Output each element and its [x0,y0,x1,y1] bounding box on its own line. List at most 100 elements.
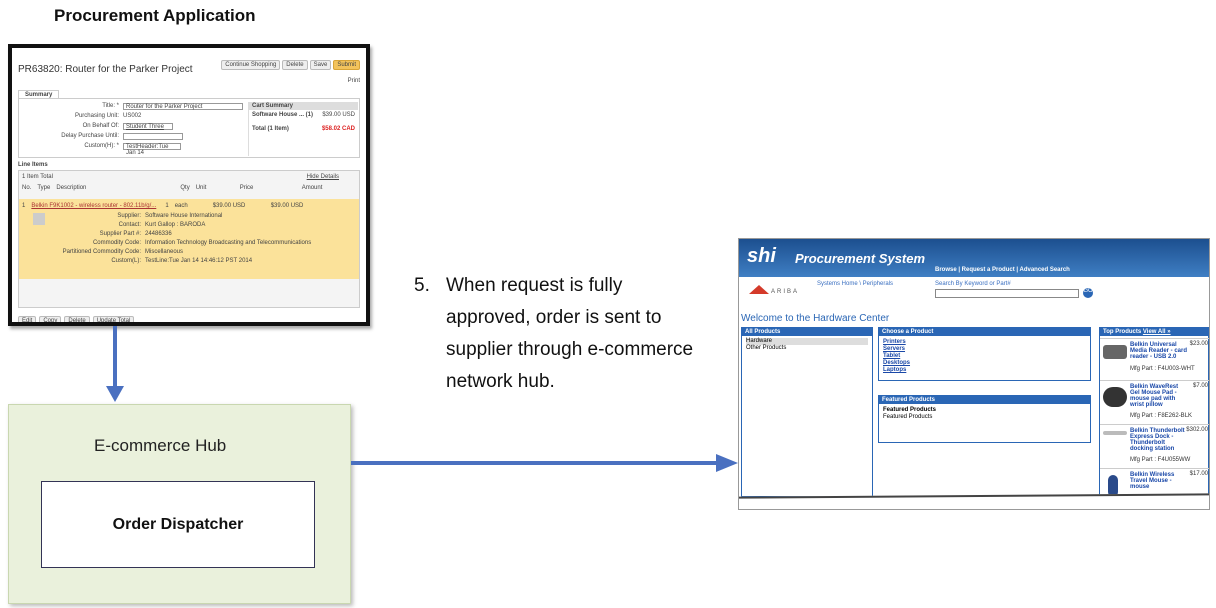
detail-value: Software House International [145,213,223,219]
tablet-link[interactable]: Tablet [883,353,1086,360]
detail-label: Supplier Part #: [99,231,141,237]
dock-image [1103,431,1127,435]
column-header: Type [37,185,51,191]
cart-heading: Cart Summary [249,102,358,110]
product-price: $17.00 [1189,471,1208,477]
search-label: Search By Keyword or Part# [935,281,1011,287]
step-number: 5. [414,275,430,296]
hide-details-link[interactable]: Hide Details [307,174,339,180]
copy-button[interactable]: Copy [39,316,62,322]
cart-line-amount: $39.00 USD [322,112,355,118]
column-header: Qty [180,185,190,191]
choose-product-panel: Choose a Product Printers Servers Tablet… [878,327,1091,381]
field-label: Title: * [102,103,119,109]
delay-date-input[interactable] [123,133,183,140]
featured-heading: Featured Products [879,396,1090,404]
field-label: Delay Purchase Until: [61,133,119,139]
item-unit: each [174,203,188,209]
field-row: Title: * Router for the Parker Project [19,103,243,110]
go-button[interactable]: GO [1083,288,1093,298]
product-price: $302.00 [1186,427,1208,433]
breadcrumb[interactable]: Systems Home \ Peripherals [817,281,893,287]
item-total-label: 1 Item Total [22,174,53,180]
shi-nav[interactable]: Browse | Request a Product | Advanced Se… [935,267,1070,273]
delete-button[interactable]: Delete [282,60,308,70]
line-item-buttons: Edit Copy Delete Update Total [18,316,135,322]
product-part: Mfg Part : F8E262-BLK [1130,413,1193,419]
title-input[interactable]: Router for the Parker Project [123,103,243,110]
cart-summary: Cart Summary Software House ... (1) $39.… [248,102,358,156]
printers-link[interactable]: Printers [883,339,1086,346]
all-products-panel: All Products Hardware Other Products [741,327,873,497]
field-row: Delay Purchase Until: [19,133,183,140]
detail-label: Supplier: [117,213,141,219]
pr-title: PR63820: Router for the Parker Project [18,64,193,75]
ariba-logo-icon [749,285,769,294]
product-card[interactable]: Belkin WaveRest Gel Mouse Pad - mouse pa… [1100,380,1209,420]
desktops-link[interactable]: Desktops [883,360,1086,367]
item-amount: $39.00 USD [270,203,304,209]
category-hardware[interactable]: Hardware [746,338,868,345]
servers-link[interactable]: Servers [883,346,1086,353]
delete-line-button[interactable]: Delete [64,316,90,322]
product-name[interactable]: Belkin Wireless Travel Mouse - mouse [1130,472,1188,490]
field-label: Purchasing Unit: [74,113,119,119]
detail-value: Miscellaneous [145,249,184,255]
cart-line: Software House ... (1) [252,112,314,118]
column-header: Unit [195,185,207,191]
category-other[interactable]: Other Products [746,345,868,352]
choose-product-heading: Choose a Product [879,328,1090,336]
product-name[interactable]: Belkin WaveRest Gel Mouse Pad - mouse pa… [1130,384,1188,408]
top-products-heading: Top Products View All » [1100,328,1208,336]
product-card[interactable]: Belkin Universal Media Reader - card rea… [1100,338,1209,378]
product-name[interactable]: Belkin Universal Media Reader - card rea… [1130,342,1188,360]
field-label: Custom(H): * [84,143,119,149]
line-items-heading[interactable]: Line Items [18,162,48,168]
field-value: US002 [123,113,142,119]
product-price: $7.00 [1192,383,1208,389]
print-link[interactable]: Print [348,78,360,84]
item-no: 1 [22,203,26,209]
product-price: $23.00 [1189,341,1208,347]
step-description: 5. When request is fully approved, order… [410,270,710,398]
product-card[interactable]: Belkin Thunderbolt Express Dock - Thunde… [1100,424,1209,464]
save-button[interactable]: Save [309,60,332,70]
detail-label: Custom(L): [111,258,141,264]
welcome-heading: Welcome to the Hardware Center [741,313,890,324]
torn-edge [739,493,1209,509]
ariba-wordmark: ARIBA [771,289,800,295]
field-row: Custom(H): * TestHeader:Tue Jan 14 [19,143,181,156]
all-products-heading: All Products [742,328,872,336]
continue-shopping-button[interactable]: Continue Shopping [221,60,281,70]
item-description-link[interactable]: Belkin F9K1002 - wireless router - 802.1… [31,203,159,209]
line-item-header: No. Type Description Qty Unit Price Amou… [22,185,322,191]
update-total-button[interactable]: Update Total [92,316,135,322]
featured-products-panel: Featured Products Featured Products Feat… [878,395,1091,443]
column-header: Amount [301,185,323,191]
detail-value: TestLine:Tue Jan 14 14:46:12 PST 2014 [145,258,253,264]
view-all-link[interactable]: View All » [1143,329,1171,335]
line-item-row: 1 Belkin F9K1002 - wireless router - 802… [19,199,359,279]
column-header: No. [22,185,32,191]
hub-label: E-commerce Hub [94,436,227,455]
shi-system-title: Procurement System [795,251,926,266]
cart-total-amount: $58.02 CAD [321,126,355,132]
card-reader-image [1103,345,1127,359]
search-input[interactable] [935,289,1079,298]
field-label: On Behalf Of: [82,123,119,129]
product-name[interactable]: Belkin Thunderbolt Express Dock - Thunde… [1130,428,1188,452]
laptops-link[interactable]: Laptops [883,367,1086,374]
field-row: On Behalf Of: Student Three [19,123,173,130]
on-behalf-select[interactable]: Student Three [123,123,173,130]
product-part: Mfg Part : F4U003-WHT [1130,366,1195,372]
detail-label: Commodity Code: [92,240,141,246]
right-arrow-shaft [351,461,721,465]
featured-title: Featured Products [883,407,937,413]
top-products-panel: Top Products View All » Belkin Universal… [1099,327,1209,507]
custom-header-input[interactable]: TestHeader:Tue Jan 14 [123,143,181,156]
edit-button[interactable]: Edit [18,316,37,322]
down-arrow-head [106,386,124,402]
shi-logo: shi [747,245,776,267]
submit-button[interactable]: Submit [333,60,360,70]
product-part: Mfg Part : F4U055WW [1130,457,1191,463]
